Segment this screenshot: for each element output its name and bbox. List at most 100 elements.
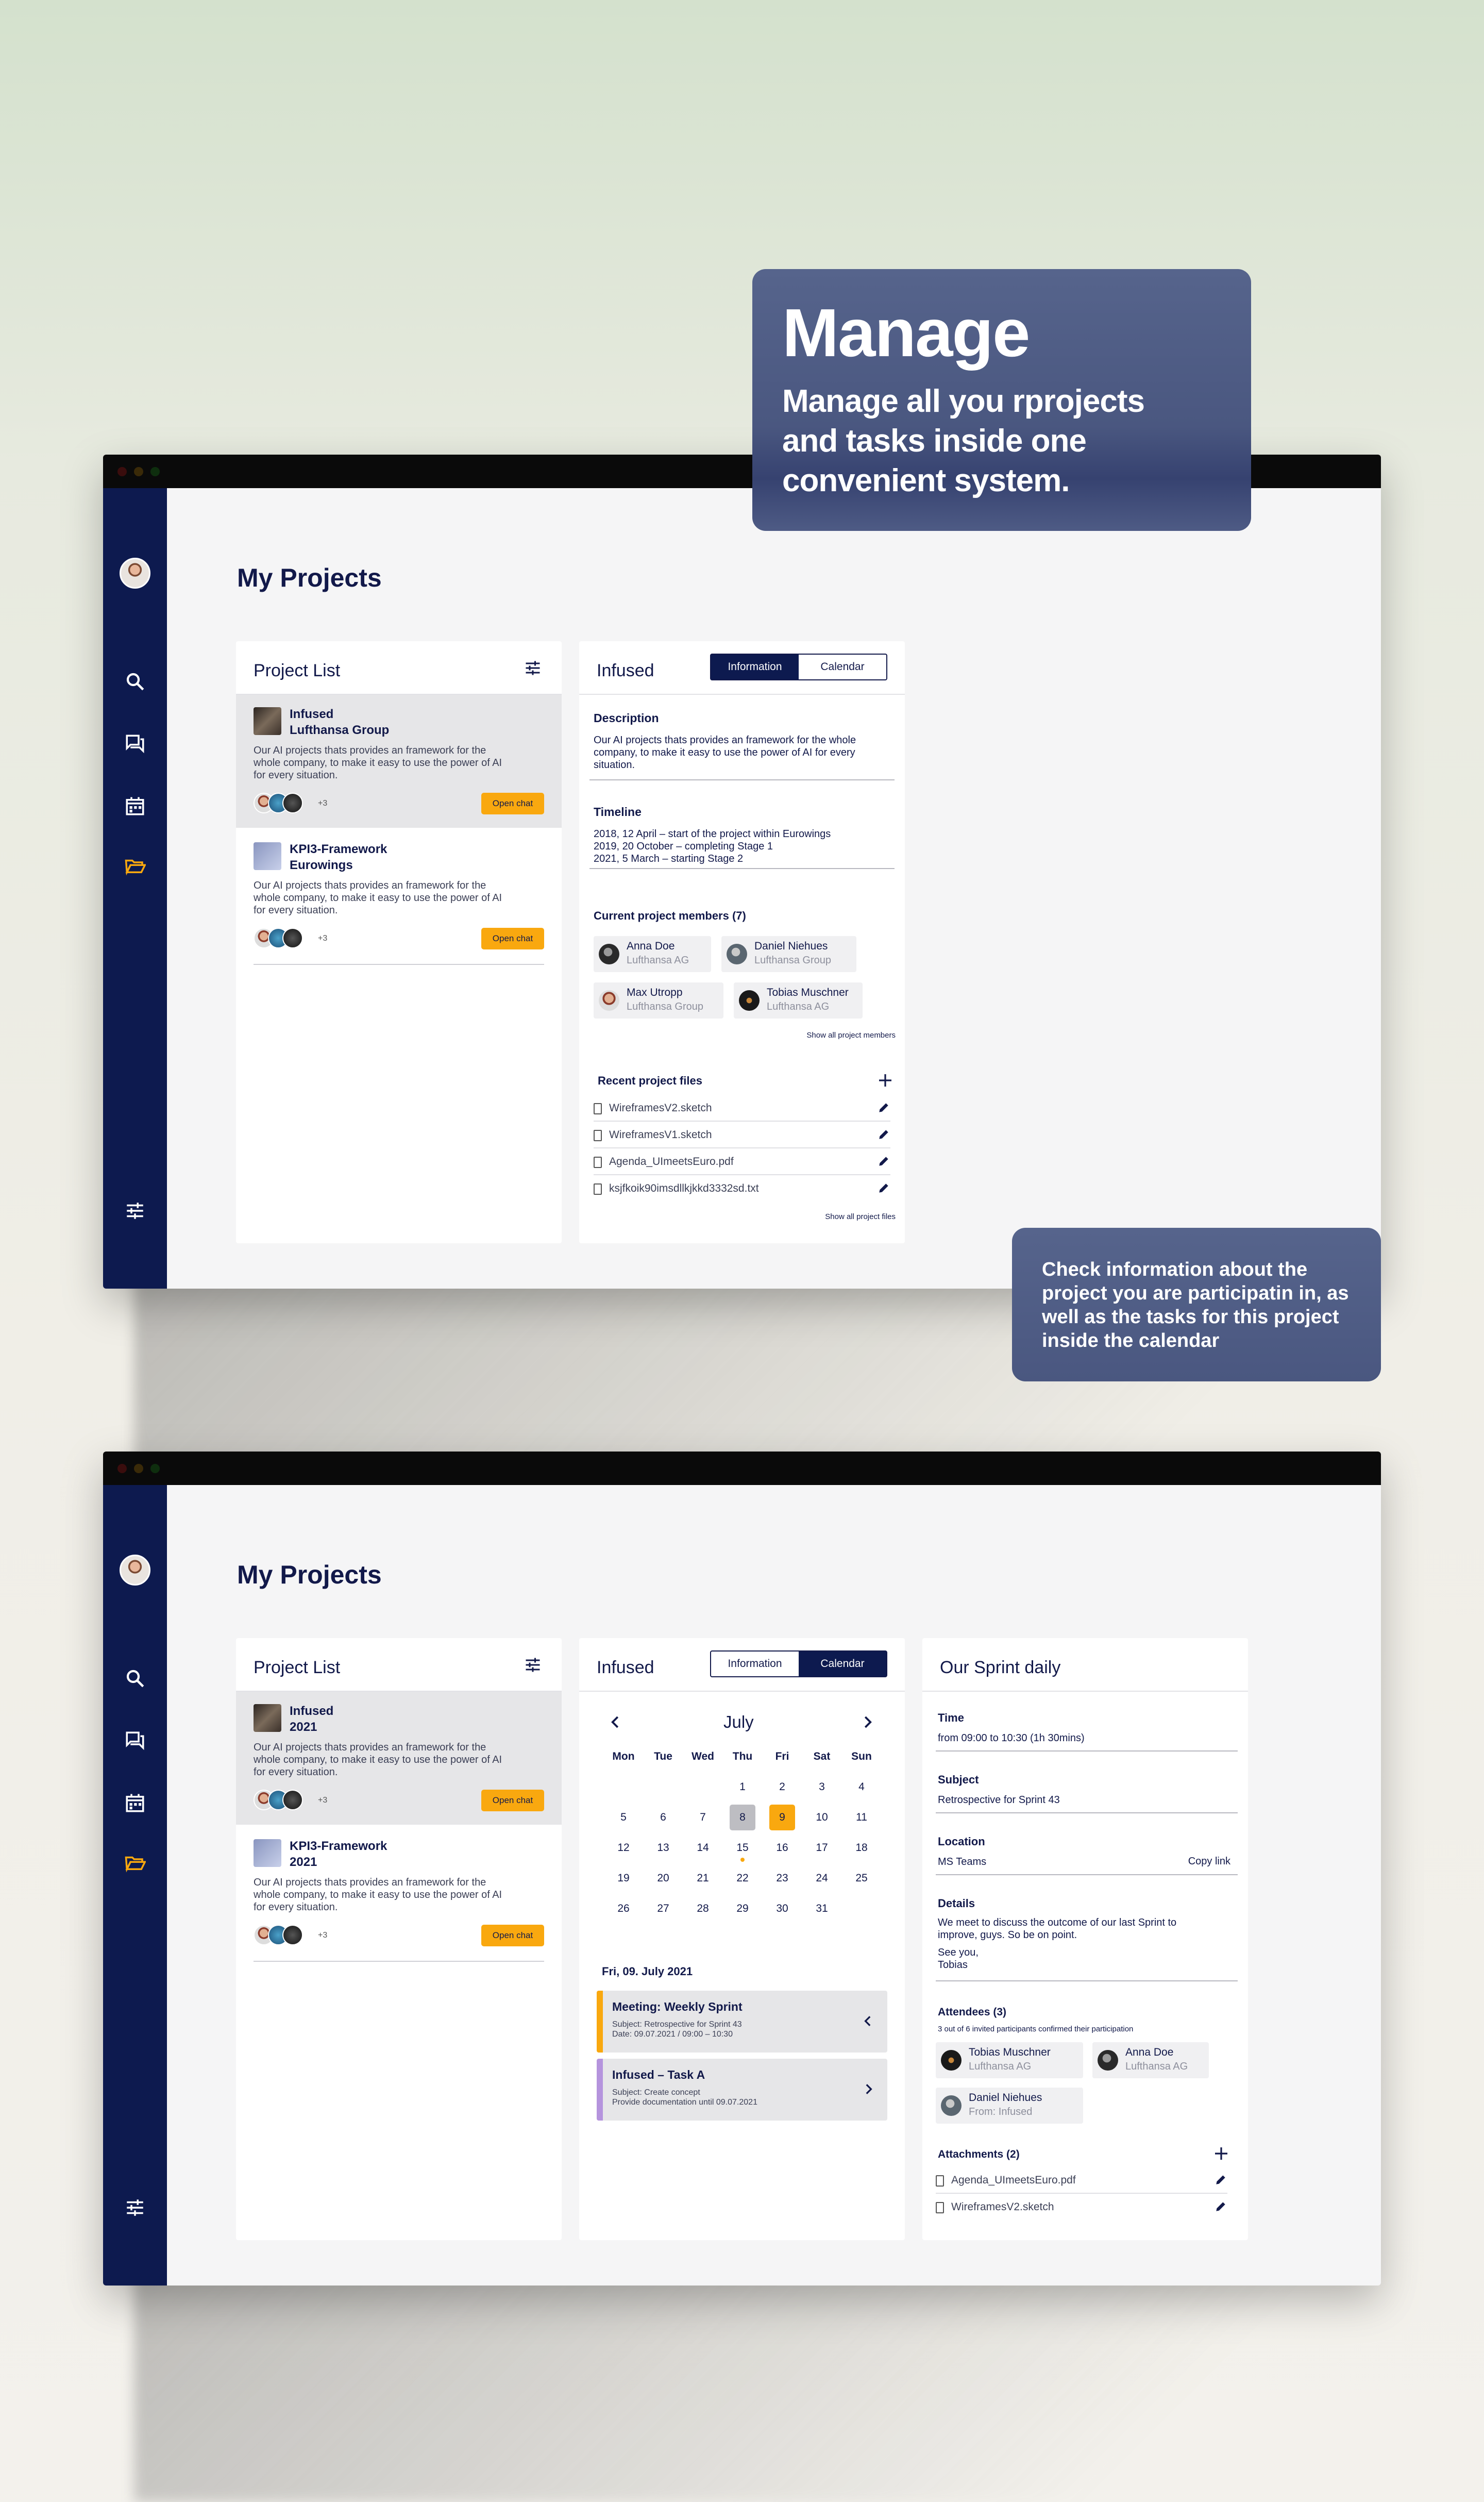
chat-icon[interactable] xyxy=(124,732,146,755)
calendar-day[interactable]: 7 xyxy=(690,1805,716,1830)
folder-icon[interactable] xyxy=(124,1852,146,1874)
calendar-day[interactable]: 23 xyxy=(769,1865,795,1891)
show-all-files-link[interactable]: Show all project files xyxy=(825,1212,896,1221)
member-chip[interactable]: Max Utropp Lufthansa Group xyxy=(594,982,723,1019)
chevron-right-icon[interactable] xyxy=(862,2081,875,2097)
show-all-members-link[interactable]: Show all project members xyxy=(806,1031,896,1040)
calendar-day[interactable]: 28 xyxy=(690,1896,716,1922)
attachment-row[interactable]: Agenda_UImeetsEuro.pdf xyxy=(936,2168,1227,2194)
settings-sliders-icon[interactable] xyxy=(124,2196,146,2219)
add-attachment-icon[interactable] xyxy=(1213,2145,1229,2162)
event-card[interactable]: Meeting: Weekly Sprint Subject: Retrospe… xyxy=(597,1991,887,2053)
file-row[interactable]: WireframesV1.sketch xyxy=(594,1123,890,1148)
settings-sliders-icon[interactable] xyxy=(124,1199,146,1222)
user-avatar[interactable] xyxy=(120,1555,150,1586)
filter-sliders-icon[interactable] xyxy=(524,659,542,677)
attendee-chip[interactable]: Tobias Muschner Lufthansa AG xyxy=(936,2042,1083,2078)
member-name: Max Utropp xyxy=(627,987,683,998)
calendar-day[interactable]: 19 xyxy=(611,1865,636,1891)
copy-link-button[interactable]: Copy link xyxy=(1188,1856,1230,1867)
chevron-left-icon[interactable] xyxy=(862,2013,875,2029)
calendar-day[interactable]: 13 xyxy=(650,1835,676,1861)
calendar-day[interactable]: 11 xyxy=(849,1805,874,1830)
member-chip[interactable]: Tobias Muschner Lufthansa AG xyxy=(734,982,863,1019)
hero-subtitle: Manage all you rprojects and tasks inside… xyxy=(782,383,1145,498)
calendar-day[interactable]: 18 xyxy=(849,1835,874,1861)
add-file-icon[interactable] xyxy=(877,1072,893,1089)
file-row[interactable]: WireframesV2.sketch xyxy=(594,1096,890,1122)
calendar-day[interactable]: 31 xyxy=(809,1896,835,1922)
calendar-day[interactable]: 2 xyxy=(769,1774,795,1800)
calendar-day[interactable]: 10 xyxy=(809,1805,835,1830)
edit-pencil-icon[interactable] xyxy=(877,1155,890,1168)
project-item[interactable]: KPI3-Framework Eurowings Our AI projects … xyxy=(236,830,562,963)
file-name: WireframesV1.sketch xyxy=(609,1129,712,1141)
avatar xyxy=(282,1925,303,1945)
close-dot[interactable] xyxy=(117,467,127,476)
filter-sliders-icon[interactable] xyxy=(524,1656,542,1674)
maximize-dot[interactable] xyxy=(150,467,160,476)
calendar-day[interactable]: 25 xyxy=(849,1865,874,1891)
close-dot[interactable] xyxy=(117,1464,127,1473)
calendar-day[interactable]: 5 xyxy=(611,1805,636,1830)
edit-pencil-icon[interactable] xyxy=(1214,2200,1227,2213)
minimize-dot[interactable] xyxy=(134,467,143,476)
calendar-icon[interactable] xyxy=(124,795,146,818)
user-avatar[interactable] xyxy=(120,558,150,589)
edit-pencil-icon[interactable] xyxy=(877,1128,890,1141)
calendar-day[interactable]: 17 xyxy=(809,1835,835,1861)
project-description: Our AI projects thats provides an framew… xyxy=(254,1877,502,1913)
folder-icon[interactable] xyxy=(124,855,146,877)
member-chip[interactable]: Daniel Niehues Lufthansa Group xyxy=(721,936,856,972)
calendar-day[interactable]: 27 xyxy=(650,1896,676,1922)
member-name: Daniel Niehues xyxy=(754,940,828,952)
project-item[interactable]: KPI3-Framework 2021 Our AI projects thats… xyxy=(236,1827,562,1960)
search-icon[interactable] xyxy=(124,1667,146,1690)
calendar-day[interactable]: 24 xyxy=(809,1865,835,1891)
event-subtitle: Subject: Retrospective for Sprint 43 Date… xyxy=(612,2020,742,2039)
calendar-day[interactable]: 26 xyxy=(611,1896,636,1922)
open-chat-button[interactable]: Open chat xyxy=(481,1925,544,1946)
attachment-row[interactable]: WireframesV2.sketch xyxy=(936,2195,1227,2221)
file-row[interactable]: Agenda_UImeetsEuro.pdf xyxy=(594,1149,890,1175)
tab-calendar[interactable]: Calendar xyxy=(799,655,886,679)
calendar-day[interactable]: 22 xyxy=(730,1865,755,1891)
chat-icon[interactable] xyxy=(124,1729,146,1752)
calendar-day[interactable]: 12 xyxy=(611,1835,636,1861)
edit-pencil-icon[interactable] xyxy=(877,1181,890,1195)
calendar-day[interactable]: 14 xyxy=(690,1835,716,1861)
calendar-day[interactable]: 29 xyxy=(730,1896,755,1922)
calendar-day[interactable]: 15 xyxy=(730,1835,755,1861)
calendar-day[interactable]: 1 xyxy=(730,1774,755,1800)
file-row[interactable]: ksjfkoik90imsdllkjkkd3332sd.txt xyxy=(594,1176,890,1202)
member-chip[interactable]: Anna Doe Lufthansa AG xyxy=(594,936,711,972)
project-item[interactable]: Infused 2021 Our AI projects thats provid… xyxy=(236,1692,562,1825)
edit-pencil-icon[interactable] xyxy=(1214,2173,1227,2187)
calendar-day[interactable]: 3 xyxy=(809,1774,835,1800)
calendar-day[interactable]: 16 xyxy=(769,1835,795,1861)
open-chat-button[interactable]: Open chat xyxy=(481,928,544,949)
calendar-day[interactable]: 20 xyxy=(650,1865,676,1891)
attendee-company: Lufthansa AG xyxy=(969,2061,1032,2072)
calendar-day[interactable]: 30 xyxy=(769,1896,795,1922)
weekday-header: Mon xyxy=(612,1750,635,1762)
search-icon[interactable] xyxy=(124,670,146,693)
attendee-chip[interactable]: Daniel Niehues From: Infused xyxy=(936,2088,1083,2124)
attendee-chip[interactable]: Anna Doe Lufthansa AG xyxy=(1092,2042,1209,2078)
maximize-dot[interactable] xyxy=(150,1464,160,1473)
calendar-day[interactable]: 4 xyxy=(849,1774,874,1800)
calendar-day[interactable]: 8 xyxy=(730,1805,755,1830)
open-chat-button[interactable]: Open chat xyxy=(481,1790,544,1811)
minimize-dot[interactable] xyxy=(134,1464,143,1473)
calendar-day[interactable]: 9 xyxy=(769,1805,795,1830)
project-item[interactable]: Infused Lufthansa Group Our AI projects t… xyxy=(236,695,562,828)
calendar-icon[interactable] xyxy=(124,1792,146,1814)
edit-pencil-icon[interactable] xyxy=(877,1101,890,1114)
tab-information[interactable]: Information xyxy=(711,655,799,679)
open-chat-button[interactable]: Open chat xyxy=(481,793,544,814)
weekday-header: Thu xyxy=(732,1750,753,1762)
event-card[interactable]: Infused – Task A Subject: Create concept… xyxy=(597,2059,887,2121)
calendar-day[interactable]: 6 xyxy=(650,1805,676,1830)
calendar-day[interactable]: 21 xyxy=(690,1865,716,1891)
attendee-name: Daniel Niehues xyxy=(969,2092,1042,2104)
